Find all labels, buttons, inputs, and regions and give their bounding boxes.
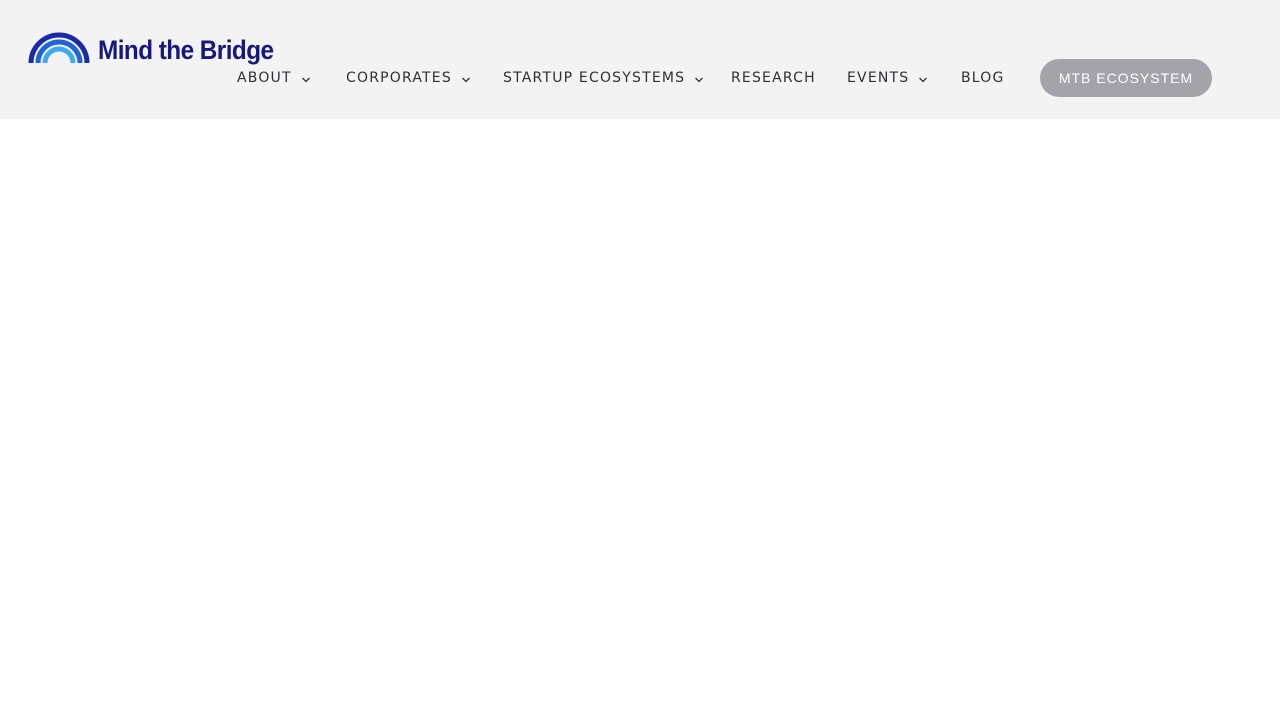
- nav-item-label: CORPORATES: [346, 70, 452, 86]
- mtb-ecosystem-button[interactable]: MTB ECOSYSTEM: [1040, 59, 1212, 97]
- nav-item-label: EVENTS: [847, 70, 910, 86]
- nav-item-label: BLOG: [961, 70, 1005, 86]
- nav-item-about[interactable]: ABOUT: [237, 58, 311, 98]
- main-content-area: [0, 119, 1280, 720]
- nav-item-events[interactable]: EVENTS: [847, 58, 928, 98]
- nav-item-label: ABOUT: [237, 70, 292, 86]
- nav-item-label: STARTUP ECOSYSTEMS: [503, 70, 686, 86]
- site-header: Mind the Bridge ABOUT CORPORATES STARTUP…: [0, 0, 1280, 119]
- chevron-down-icon: [695, 77, 704, 82]
- chevron-down-icon: [919, 77, 928, 82]
- nav-item-corporates[interactable]: CORPORATES: [346, 58, 471, 98]
- nav-item-label: RESEARCH: [731, 70, 816, 86]
- nav-item-startup-ecosystems[interactable]: STARTUP ECOSYSTEMS: [503, 58, 704, 98]
- chevron-down-icon: [301, 77, 310, 82]
- chevron-down-icon: [461, 77, 470, 82]
- nav-item-blog[interactable]: BLOG: [961, 58, 1005, 98]
- nav-item-research[interactable]: RESEARCH: [731, 58, 816, 98]
